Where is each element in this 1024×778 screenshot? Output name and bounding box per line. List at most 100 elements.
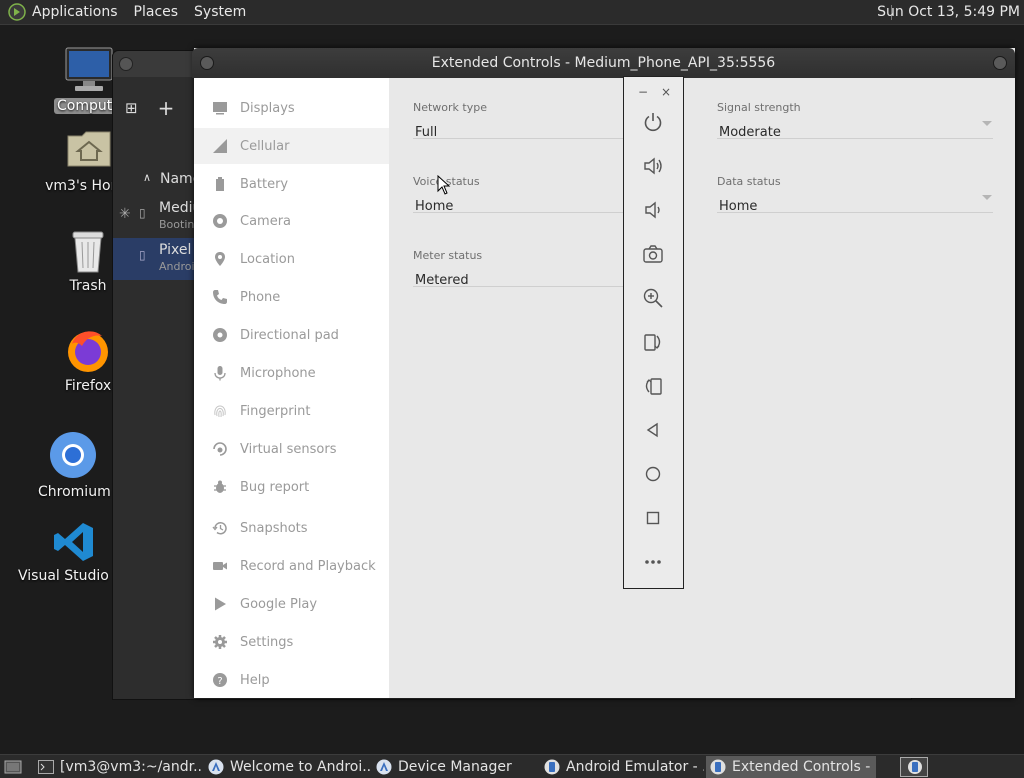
device-icon: ▯ [139, 206, 146, 220]
taskbar-item-device-manager[interactable]: Device Manager [372, 756, 536, 778]
emulator-icon [544, 759, 560, 775]
zoom-icon [643, 288, 663, 308]
help-icon: ? [210, 672, 230, 688]
rotate-right-button[interactable] [640, 373, 666, 399]
camera-aperture-icon [210, 213, 230, 229]
applications-menu[interactable]: Applications [32, 4, 118, 20]
data-status-label: Data status [717, 175, 781, 188]
field-underline [413, 212, 625, 213]
signal-strength-select[interactable]: Signal strength Moderate [717, 101, 993, 140]
taskbar-item-android-emulator[interactable]: Android Emulator - ... [540, 756, 704, 778]
window-close-button[interactable] [993, 56, 1007, 70]
device-status: Booting [159, 218, 195, 231]
workspace-switcher[interactable] [900, 757, 928, 777]
taskbar-item-label: Device Manager [398, 759, 512, 775]
home-button[interactable] [640, 461, 666, 487]
extended-controls-sidebar: Displays Cellular Battery Camera Location Pho… [194, 78, 389, 698]
nav-item-displays[interactable]: Displays [194, 90, 389, 126]
terminal-icon [38, 760, 54, 774]
desktop-icon-label: Chromium [38, 484, 111, 500]
nav-item-label: Virtual sensors [240, 441, 337, 457]
android-studio-icon [376, 759, 392, 775]
power-button[interactable] [640, 109, 666, 135]
rotate-right-icon [645, 378, 662, 395]
screenshot-camera-icon [643, 245, 663, 263]
device-row[interactable]: ▯ Pixel Android [113, 238, 195, 280]
add-device-icon[interactable]: + [158, 96, 175, 120]
nav-item-battery[interactable]: Battery [194, 166, 389, 202]
nav-item-phone[interactable]: Phone [194, 279, 389, 315]
device-list-header[interactable]: ∧ Name [113, 167, 201, 195]
nav-item-help[interactable]: ? Help [194, 662, 389, 698]
nav-item-directional-pad[interactable]: Directional pad [194, 317, 389, 353]
nav-item-label: Location [240, 251, 295, 267]
taskbar-item-android-studio-welcome[interactable]: Welcome to Androi... [204, 756, 370, 778]
field-underline [413, 138, 625, 139]
more-button[interactable] [640, 549, 666, 575]
snapshot-history-icon [210, 520, 230, 536]
screenshot-button[interactable] [640, 241, 666, 267]
vscode-icon [54, 523, 93, 561]
taskbar-item-extended-controls[interactable]: Extended Controls - ... [706, 756, 876, 778]
network-type-select[interactable]: Network type Full [413, 101, 625, 140]
sort-chevron-icon[interactable]: ∧ [143, 171, 151, 184]
volume-up-button[interactable] [640, 153, 666, 179]
nav-item-label: Bug report [240, 479, 310, 495]
nav-item-snapshots[interactable]: Snapshots [194, 510, 389, 546]
trash-icon [72, 231, 104, 273]
volume-down-button[interactable] [640, 197, 666, 223]
back-button[interactable] [640, 417, 666, 443]
device-name: Pixel [159, 242, 192, 258]
rotate-left-button[interactable] [640, 329, 666, 355]
window-menu-button[interactable] [200, 56, 214, 70]
more-icon [645, 560, 661, 564]
nav-item-record-and-playback[interactable]: Record and Playback [194, 548, 389, 584]
device-icon: ▯ [139, 248, 146, 262]
taskbar-item-label: Welcome to Androi... [230, 759, 370, 775]
nav-item-microphone[interactable]: Microphone [194, 355, 389, 391]
desktop-icon-chromium[interactable]: Chromium [38, 430, 111, 500]
virtual-sensors-icon [210, 441, 230, 457]
home-folder-icon [67, 131, 111, 167]
nav-item-virtual-sensors[interactable]: Virtual sensors [194, 431, 389, 467]
zoom-button[interactable] [640, 285, 666, 311]
distro-logo-icon[interactable] [8, 3, 26, 21]
extended-controls-window[interactable]: Extended Controls - Medium_Phone_API_35:… [192, 48, 1015, 698]
meter-status-label: Meter status [413, 249, 483, 262]
battery-icon [210, 176, 230, 192]
nav-item-label: Microphone [240, 365, 316, 381]
device-row[interactable]: ✳ ▯ Medium Booting [113, 196, 195, 238]
field-underline [413, 286, 625, 287]
overview-button[interactable] [640, 505, 666, 531]
svg-text:?: ? [217, 676, 222, 687]
bottom-taskbar: [vm3@vm3:~/andr... Welcome to Androi... … [0, 754, 1024, 778]
clock[interactable]: Sun Oct 13, 5:49 PM [877, 4, 1020, 20]
meter-status-select[interactable]: Meter status Metered [413, 249, 625, 288]
nav-item-settings[interactable]: Settings [194, 624, 389, 660]
close-button[interactable]: × [661, 85, 671, 99]
nav-item-cellular[interactable]: Cellular [194, 128, 389, 164]
device-grid-icon[interactable]: ⊞ [125, 99, 138, 117]
nav-item-fingerprint[interactable]: Fingerprint [194, 393, 389, 429]
system-menu[interactable]: System [194, 4, 246, 20]
extended-controls-titlebar[interactable]: Extended Controls - Medium_Phone_API_35:… [192, 48, 1015, 78]
taskbar-item-terminal[interactable]: [vm3@vm3:~/andr... [34, 756, 202, 778]
places-menu[interactable]: Places [134, 4, 179, 20]
signal-strength-label: Signal strength [717, 101, 801, 114]
minimize-button[interactable]: − [638, 85, 648, 99]
android-studio-icon [208, 759, 224, 775]
device-name: Medium [159, 200, 195, 216]
window-title: Extended Controls - Medium_Phone_API_35:… [431, 55, 776, 71]
nav-item-camera[interactable]: Camera [194, 203, 389, 239]
data-status-select[interactable]: Data status Home [717, 175, 993, 214]
nav-item-location[interactable]: Location [194, 241, 389, 277]
window-menu-button[interactable] [119, 57, 133, 71]
firefox-icon [68, 331, 108, 372]
desktop-icon-firefox[interactable]: Firefox [58, 326, 118, 394]
gear-icon [210, 634, 230, 650]
nav-item-bug-report[interactable]: Bug report [194, 469, 389, 505]
nav-item-google-play[interactable]: Google Play [194, 586, 389, 622]
chromium-icon [50, 432, 96, 478]
show-desktop-icon[interactable] [4, 759, 22, 775]
desktop-icon-trash[interactable]: Trash [58, 228, 118, 294]
